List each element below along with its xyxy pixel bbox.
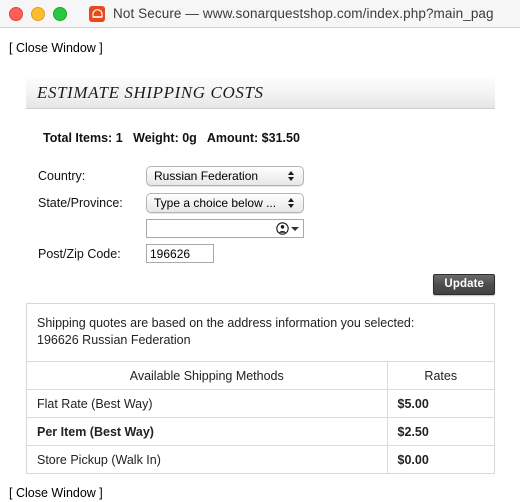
shipping-method-name: Per Item (Best Way)	[27, 417, 387, 446]
quotes-note-line1: Shipping quotes are based on the address…	[37, 316, 415, 330]
state-select-value: Type a choice below ...	[154, 196, 277, 210]
table-row[interactable]: Flat Rate (Best Way) $5.00	[27, 389, 494, 418]
country-row: Country: Russian Federation	[38, 166, 304, 186]
security-status-label: Not Secure	[113, 6, 182, 21]
country-label: Country:	[38, 169, 86, 183]
window-close-button[interactable]	[9, 6, 23, 21]
total-items-label: Total Items: 1	[43, 131, 123, 145]
browser-titlebar: Not Secure — www.sonarquestshop.com/inde…	[0, 0, 520, 28]
close-window-bottom-wrap: [ Close Window ]	[0, 484, 520, 502]
address-bar-text: Not Secure — www.sonarquestshop.com/inde…	[113, 6, 494, 21]
header-available-shipping-methods: Available Shipping Methods	[27, 361, 387, 390]
address-bar[interactable]: Not Secure — www.sonarquestshop.com/inde…	[113, 4, 520, 23]
chevron-down-icon[interactable]	[291, 226, 299, 231]
state-select[interactable]: Type a choice below ...	[146, 193, 304, 213]
page-title: ESTIMATE SHIPPING COSTS	[37, 83, 264, 102]
close-window-top-wrap: [ Close Window ]	[0, 39, 520, 57]
section-heading-bar: ESTIMATE SHIPPING COSTS	[26, 78, 495, 109]
shipping-address-form: Country: Russian Federation State/Provin…	[0, 166, 520, 264]
quotes-note-line2: 196626 Russian Federation	[37, 333, 191, 347]
site-favicon-icon	[89, 5, 105, 22]
total-amount-label: Amount: $31.50	[206, 131, 300, 145]
zip-input[interactable]	[146, 244, 214, 263]
shipping-methods-table: Available Shipping Methods Rates Flat Ra…	[27, 361, 494, 473]
table-header-row: Available Shipping Methods Rates	[27, 361, 494, 390]
shipping-method-rate: $2.50	[386, 417, 494, 446]
address-dash: —	[185, 6, 200, 21]
shipping-methods-body: Flat Rate (Best Way) $5.00 Per Item (Bes…	[27, 389, 494, 473]
zip-row: Post/Zip Code:	[38, 244, 214, 263]
close-window-link-top[interactable]: [ Close Window ]	[9, 41, 103, 55]
header-rates: Rates	[386, 361, 494, 390]
total-weight-label: Weight: 0g	[133, 131, 197, 145]
address-bar-fade	[494, 4, 520, 23]
window-maximize-button[interactable]	[53, 6, 67, 21]
contact-person-icon[interactable]	[276, 222, 289, 235]
shipping-method-name: Flat Rate (Best Way)	[27, 389, 387, 418]
autofill-controls[interactable]	[276, 222, 299, 235]
order-totals-summary: Total Items: 1 Weight: 0g Amount: $31.50	[43, 131, 520, 145]
url-string: www.sonarquestshop.com/index.php?main_pa…	[202, 6, 494, 21]
shipping-method-rate: $0.00	[386, 445, 494, 473]
state-row: State/Province: Type a choice below ...	[38, 193, 304, 213]
zip-label: Post/Zip Code:	[38, 246, 121, 261]
window-minimize-button[interactable]	[31, 6, 45, 21]
update-button-wrap: Update	[0, 274, 495, 295]
update-button[interactable]: Update	[433, 274, 495, 295]
chevron-updown-icon	[283, 198, 299, 208]
country-select-value: Russian Federation	[154, 169, 259, 183]
shipping-method-rate: $5.00	[386, 389, 494, 418]
state-freetext-input[interactable]	[146, 219, 304, 238]
country-select[interactable]: Russian Federation	[146, 166, 304, 186]
state-label: State/Province:	[38, 196, 123, 210]
shipping-method-name: Store Pickup (Walk In)	[27, 445, 387, 473]
shipping-quotes-panel: Shipping quotes are based on the address…	[26, 303, 495, 474]
page-content: [ Close Window ] ESTIMATE SHIPPING COSTS…	[0, 29, 520, 500]
state-freetext-row	[38, 219, 304, 238]
chevron-updown-icon	[283, 171, 299, 181]
table-row[interactable]: Store Pickup (Walk In) $0.00	[27, 445, 494, 473]
quotes-note: Shipping quotes are based on the address…	[27, 304, 494, 361]
table-row[interactable]: Per Item (Best Way) $2.50	[27, 417, 494, 446]
window-controls	[0, 6, 67, 21]
close-window-link-bottom[interactable]: [ Close Window ]	[9, 486, 103, 500]
